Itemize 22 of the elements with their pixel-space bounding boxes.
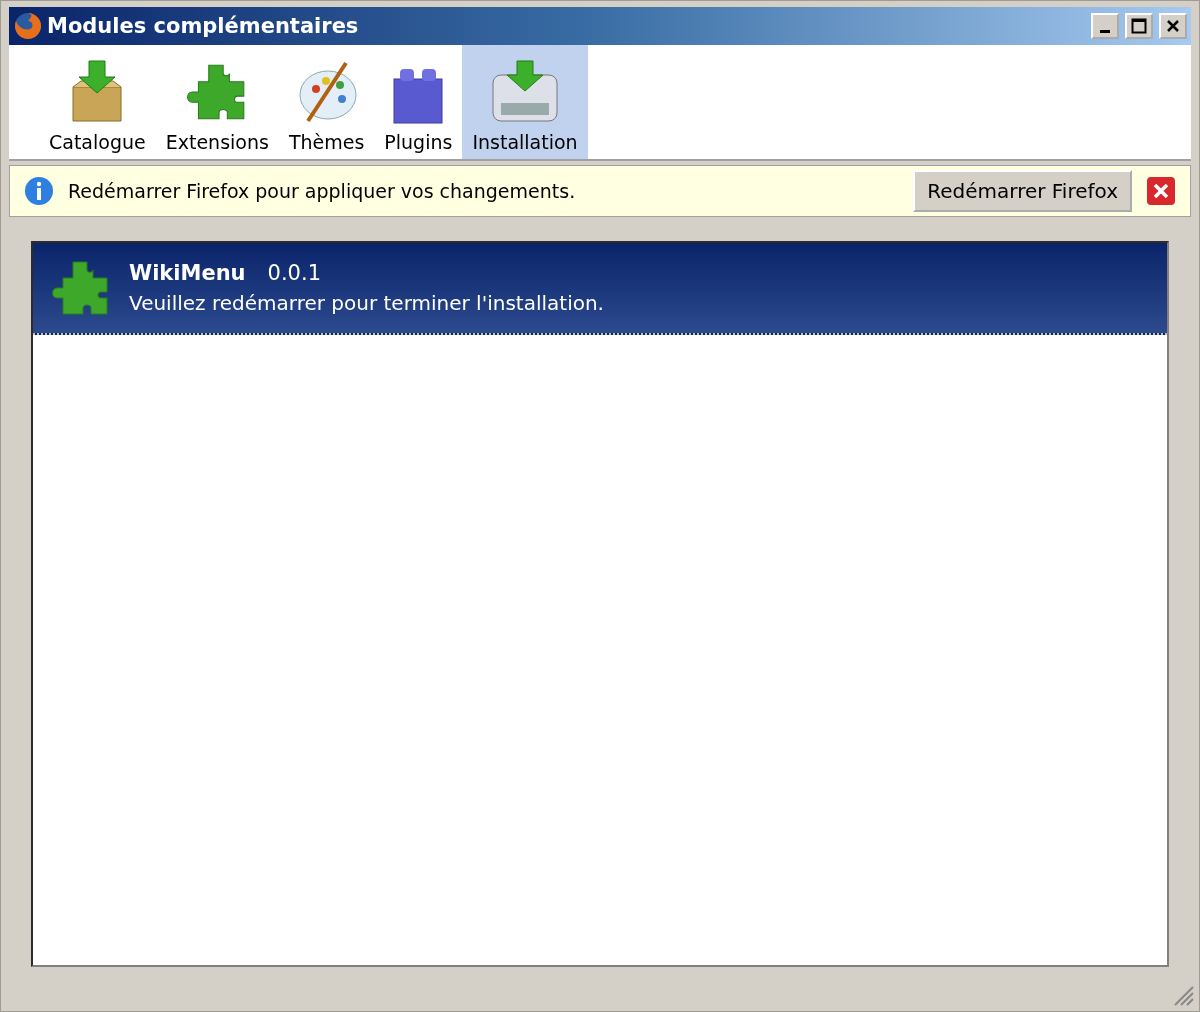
- drive-download-icon: [491, 59, 559, 125]
- addon-status: Veuillez redémarrer pour terminer l'installation.: [129, 291, 604, 315]
- addon-version: 0.0.1: [267, 261, 321, 285]
- close-button[interactable]: [1159, 13, 1187, 39]
- restart-button[interactable]: Redémarrer Firefox: [913, 170, 1132, 212]
- maximize-icon: [1131, 18, 1147, 34]
- minimize-icon: [1100, 29, 1110, 33]
- close-icon: [1166, 19, 1180, 33]
- toolbar-tab[interactable]: Installation: [462, 45, 588, 159]
- addon-row[interactable]: WikiMenu 0.0.1 Veuillez redémarrer pour terminer l'installation.: [33, 243, 1167, 335]
- toolbar-tab[interactable]: Plugins: [374, 45, 463, 159]
- firefox-logo-icon: [13, 11, 43, 41]
- toolbar-tab[interactable]: Extensions: [155, 45, 279, 159]
- minimize-button[interactable]: [1091, 13, 1119, 39]
- toolbar-tab[interactable]: Catalogue: [39, 45, 156, 159]
- addon-name: WikiMenu: [129, 261, 246, 285]
- maximize-button[interactable]: [1125, 13, 1153, 39]
- close-icon[interactable]: [1146, 176, 1176, 206]
- window-title: Modules complémentaires: [47, 14, 360, 38]
- info-icon: [24, 176, 54, 206]
- toolbar-tab[interactable]: Thèmes: [278, 45, 375, 159]
- notification-message: Redémarrer Firefox pour appliquer vos changements.: [68, 180, 577, 202]
